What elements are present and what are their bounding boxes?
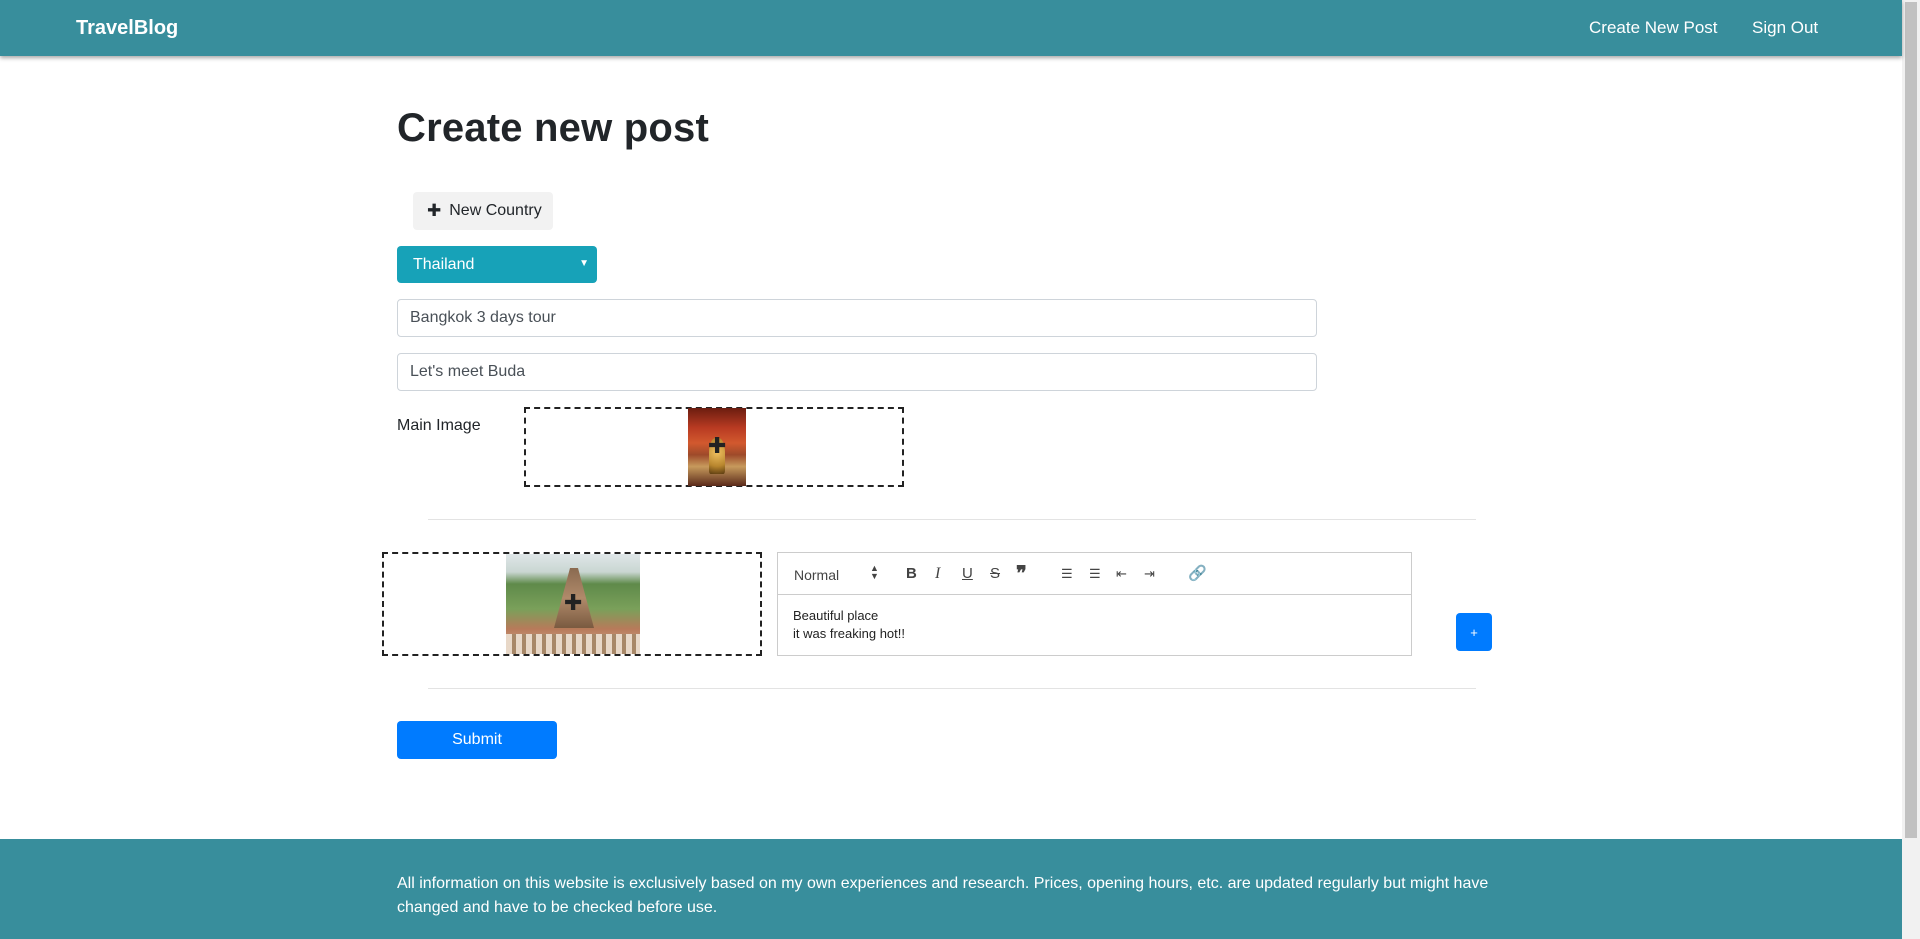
bold-button[interactable]: B <box>906 565 917 583</box>
country-select-value: Thailand <box>413 255 475 273</box>
editor-line: Beautiful place <box>793 608 879 623</box>
move-icon[interactable]: ✚ <box>708 433 726 459</box>
strikethrough-button[interactable]: S <box>990 565 1000 583</box>
country-select[interactable]: Thailand ▼ <box>397 246 597 283</box>
page-title: Create new post <box>397 106 709 150</box>
bullet-list-button[interactable]: ☰ <box>1089 565 1101 583</box>
editor-body[interactable]: Beautiful place it was freaking hot!! <box>778 595 1411 655</box>
italic-button[interactable]: I <box>935 565 940 583</box>
scrollbar-thumb[interactable] <box>1905 2 1917 838</box>
main-image-dropzone[interactable]: ✚ <box>524 407 904 487</box>
nav-sign-out[interactable]: Sign Out <box>1752 18 1818 38</box>
subtitle-input-value: Let's meet Buda <box>410 363 526 380</box>
blockquote-button[interactable]: ❞ <box>1016 564 1027 584</box>
ordered-list-button[interactable]: ☰ <box>1061 565 1073 583</box>
editor-toolbar: Normal ▲ ▼ B I U S ❞ ☰ ☰ ⇤ ⇥ 🔗 <box>778 553 1411 595</box>
sort-arrows-icon: ▲ ▼ <box>870 563 879 581</box>
new-country-button[interactable]: ✚ New Country <box>413 192 553 230</box>
vertical-scrollbar[interactable] <box>1902 0 1920 939</box>
divider <box>428 688 1476 689</box>
main-image-label: Main Image <box>397 417 481 434</box>
link-button[interactable]: 🔗 <box>1188 565 1207 583</box>
footer-disclaimer: All information on this website is exclu… <box>397 875 1489 916</box>
caret-down-icon: ▼ <box>579 258 589 269</box>
outdent-button[interactable]: ⇤ <box>1116 565 1127 583</box>
add-section-button[interactable]: + <box>1456 613 1492 651</box>
indent-button[interactable]: ⇥ <box>1144 565 1155 583</box>
nav-create-new-post[interactable]: Create New Post <box>1589 18 1718 38</box>
editor-line: it was freaking hot!! <box>793 626 905 641</box>
brand-logo[interactable]: TravelBlog <box>76 17 178 40</box>
divider <box>428 519 1476 520</box>
subtitle-input[interactable]: Let's meet Buda <box>397 353 1317 391</box>
section-image-dropzone[interactable]: ✚ <box>382 552 762 656</box>
navbar: TravelBlog Create New Post Sign Out <box>0 0 1902 56</box>
title-input-value: Bangkok 3 days tour <box>410 309 556 326</box>
submit-button[interactable]: Submit <box>397 721 557 759</box>
plus-icon: ✚ <box>427 201 442 220</box>
new-country-label: New Country <box>449 202 542 219</box>
header-format-select[interactable]: Normal <box>794 566 839 584</box>
title-input[interactable]: Bangkok 3 days tour <box>397 299 1317 337</box>
underline-button[interactable]: U <box>962 565 973 583</box>
footer: All information on this website is exclu… <box>0 839 1902 939</box>
rich-text-editor: Normal ▲ ▼ B I U S ❞ ☰ ☰ ⇤ ⇥ 🔗 Beautiful … <box>777 552 1412 656</box>
move-icon[interactable]: ✚ <box>564 590 582 616</box>
